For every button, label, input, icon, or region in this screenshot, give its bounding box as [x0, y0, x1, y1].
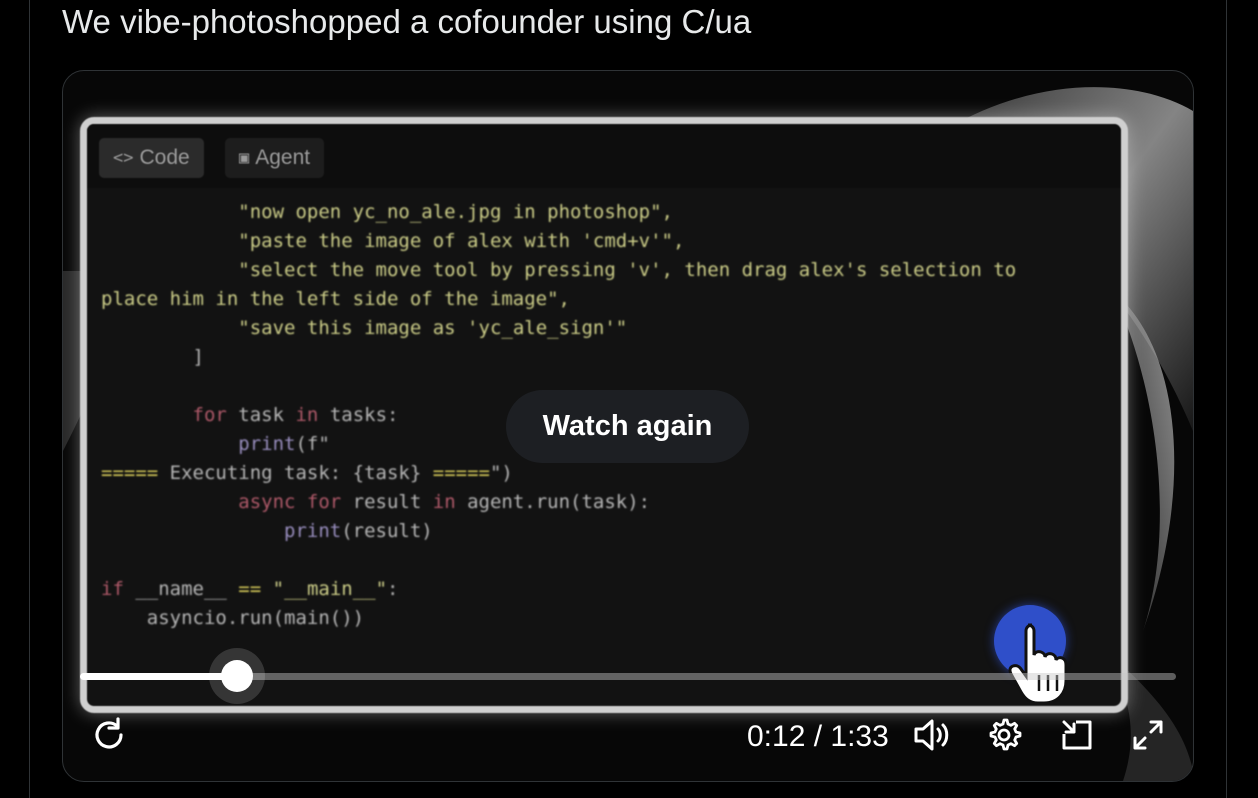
- code-token: task: [226, 404, 296, 426]
- hand-cursor-icon: [1008, 623, 1068, 703]
- settings-button[interactable]: [982, 713, 1026, 757]
- timeline-left-border: [29, 0, 30, 798]
- watch-again-button[interactable]: Watch again: [506, 390, 749, 463]
- code-token: print: [284, 520, 342, 542]
- code-token: =====: [432, 462, 490, 484]
- code-token: "select the move tool by pressing 'v', t…: [238, 259, 1017, 281]
- code-line: if __name__ == "__main__":: [101, 575, 1113, 604]
- code-line: print(result): [101, 517, 1113, 546]
- editor-tab-bar: <> Code ▣ Agent: [87, 124, 1121, 188]
- code-token: if: [101, 578, 124, 600]
- code-token: __name__: [123, 578, 239, 600]
- tab-agent: ▣ Agent: [225, 138, 325, 178]
- code-token: result: [341, 491, 433, 513]
- code-token: Executing task: {task}: [158, 462, 433, 484]
- dock-button[interactable]: [1055, 713, 1099, 757]
- tab-code-label: Code: [139, 146, 190, 169]
- code-token: "__main__": [272, 578, 388, 600]
- tab-code: <> Code: [99, 138, 204, 178]
- code-token: async for: [238, 491, 342, 513]
- code-token: place him in the left side of the image"…: [101, 288, 570, 310]
- code-token: ]: [101, 346, 204, 368]
- code-icon: <>: [113, 148, 134, 168]
- code-token: asyncio.run(main()): [101, 607, 365, 629]
- code-token: "save this image as 'yc_ale_sign'": [238, 317, 628, 339]
- replay-icon: [95, 717, 123, 749]
- code-line: asyncio.run(main()): [101, 604, 1113, 633]
- code-token: "): [489, 462, 513, 484]
- code-token: "now open yc_no_ale.jpg in photoshop",: [238, 201, 673, 223]
- agent-icon: ▣: [239, 148, 250, 168]
- code-token: (f": [295, 433, 330, 455]
- progress-fill: [80, 673, 237, 680]
- timeline-right-border: [1226, 0, 1227, 798]
- code-line: place him in the left side of the image"…: [101, 285, 1113, 314]
- time-display: 0:12 / 1:33: [747, 720, 889, 753]
- code-token: "paste the image of alex with 'cmd+v'",: [238, 230, 685, 252]
- code-line: ===== Executing task: {task} ====="): [101, 459, 1113, 488]
- volume-button[interactable]: [910, 713, 954, 757]
- code-token: =====: [101, 462, 159, 484]
- code-token: for: [192, 404, 227, 426]
- tweet-text: We vibe-photoshopped a cofounder using C…: [62, 3, 752, 40]
- code-line: "paste the image of alex with 'cmd+v'",: [101, 227, 1113, 256]
- code-line: "save this image as 'yc_ale_sign'": [101, 314, 1113, 343]
- gear-icon: [989, 718, 1022, 751]
- fullscreen-icon: [1133, 720, 1163, 750]
- code-line: ]: [101, 343, 1113, 372]
- code-token: print: [238, 433, 296, 455]
- code-line: async for result in agent.run(task):: [101, 488, 1113, 517]
- code-token: ==: [238, 578, 262, 600]
- code-token: (result): [341, 520, 433, 542]
- progress-scrubber[interactable]: [220, 660, 253, 692]
- dock-icon: [1062, 720, 1092, 750]
- code-token: agent.run(task):: [455, 491, 651, 513]
- code-token: in: [432, 491, 456, 513]
- tab-agent-label: Agent: [255, 146, 311, 169]
- code-token: in: [295, 404, 319, 426]
- code-token: :: [387, 578, 399, 600]
- volume-icon: [914, 719, 949, 751]
- code-line: "select the move tool by pressing 'v', t…: [101, 256, 1113, 285]
- code-token: tasks:: [318, 404, 399, 426]
- code-line: "now open yc_no_ale.jpg in photoshop",: [101, 198, 1113, 227]
- progress-bar[interactable]: [80, 660, 1176, 692]
- replay-button[interactable]: [87, 713, 131, 757]
- fullscreen-button[interactable]: [1126, 713, 1170, 757]
- video-player[interactable]: <> Code ▣ Agent "now open yc_no_ale.jpg …: [62, 70, 1194, 782]
